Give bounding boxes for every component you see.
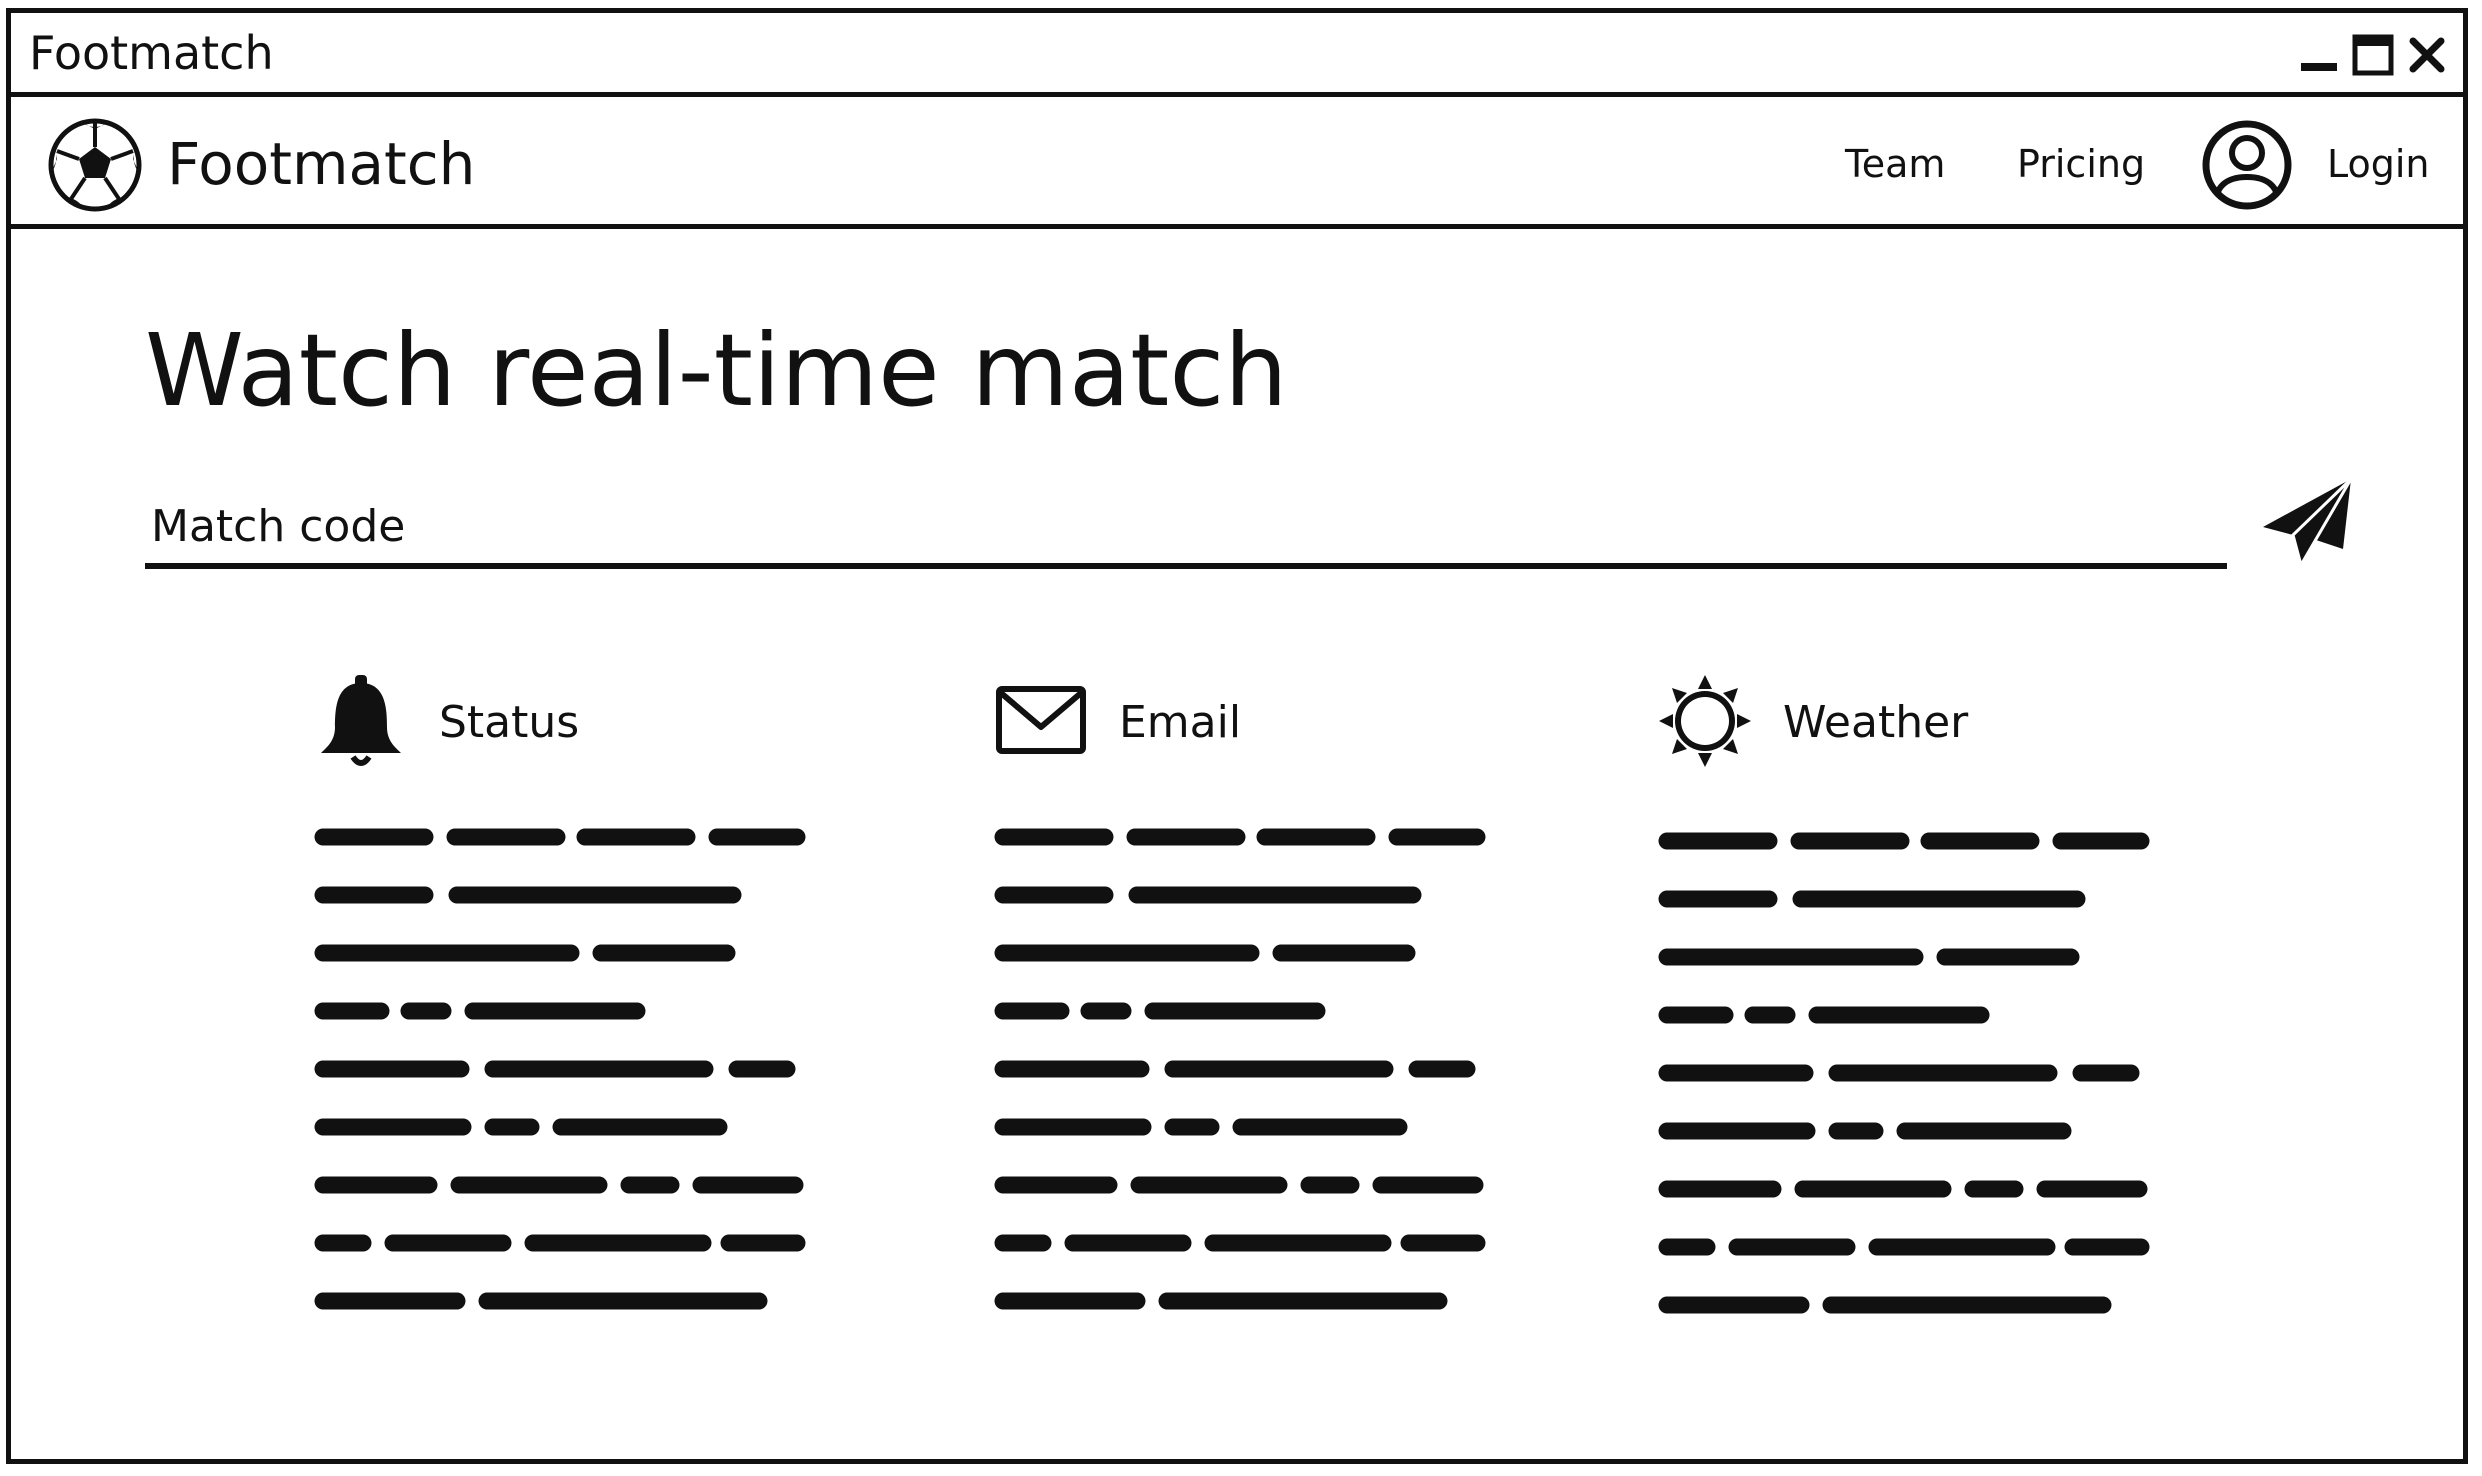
feature-weather: Weather [1657, 673, 2197, 1353]
nav-link-team[interactable]: Team [1845, 141, 1945, 187]
soccer-ball-icon[interactable] [47, 117, 143, 213]
top-navbar: Footmatch Team Pricing Login [11, 101, 2463, 229]
sun-icon [1659, 675, 1751, 767]
feature-title-status: Status [439, 697, 580, 748]
app-window: Footmatch Footmatch Team Pricing Login W… [6, 8, 2468, 1464]
close-icon[interactable] [2405, 33, 2449, 77]
send-icon[interactable] [2259, 475, 2355, 571]
placeholder-text-scribble [994, 828, 1486, 1310]
feature-email: Email [993, 673, 1533, 1353]
window-title: Footmatch [29, 26, 274, 80]
match-code-input[interactable] [145, 489, 2227, 569]
page-title: Watch real-time match [145, 312, 1288, 429]
feature-title-weather: Weather [1783, 697, 1969, 748]
minimize-icon[interactable] [2297, 33, 2341, 77]
placeholder-text-scribble [1658, 832, 2150, 1314]
login-link[interactable]: Login [2327, 141, 2430, 187]
brand-name[interactable]: Footmatch [167, 131, 475, 197]
maximize-icon[interactable] [2351, 33, 2395, 77]
placeholder-text-scribble [314, 828, 806, 1310]
user-avatar-icon[interactable] [2201, 119, 2293, 211]
nav-link-pricing[interactable]: Pricing [2017, 141, 2145, 187]
envelope-icon [996, 686, 1086, 754]
feature-title-email: Email [1119, 697, 1242, 748]
bell-icon [321, 675, 401, 766]
window-titlebar: Footmatch [11, 13, 2463, 97]
feature-status: Status [313, 673, 853, 1353]
